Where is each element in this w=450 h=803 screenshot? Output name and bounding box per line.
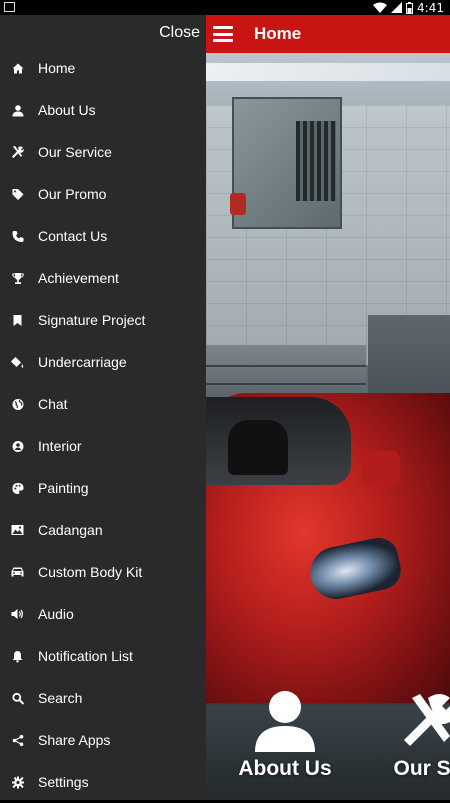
drawer-item-label: Settings — [38, 774, 89, 790]
drawer-item-search[interactable]: Search — [0, 677, 206, 719]
home-icon — [11, 62, 24, 75]
trophy-icon — [11, 272, 24, 285]
image-icon — [11, 524, 24, 537]
status-icons: 4:41 — [373, 0, 444, 15]
drawer-item-audio[interactable]: Audio — [0, 593, 206, 635]
close-button[interactable]: Close — [159, 24, 200, 42]
drawer-item-our-service[interactable]: Our Service — [0, 131, 206, 173]
drawer-item-signature-project[interactable]: Signature Project — [0, 299, 206, 341]
drawer-item-achievement[interactable]: Achievement — [0, 257, 206, 299]
bell-icon — [11, 650, 24, 663]
drawer-menu: Home About Us Our Service Our Promo Cont… — [0, 47, 206, 803]
person-icon — [11, 104, 24, 117]
drawer-item-custom-body-kit[interactable]: Custom Body Kit — [0, 551, 206, 593]
drawer-item-chat[interactable]: Chat — [0, 383, 206, 425]
drawer-item-interior[interactable]: Interior — [0, 425, 206, 467]
about-us-tile[interactable]: About Us — [225, 687, 345, 800]
page-title: Home — [254, 24, 302, 43]
palette-icon — [11, 482, 24, 495]
speaker-icon — [11, 608, 24, 621]
drawer-item-label: Share Apps — [38, 732, 111, 748]
app-bar: Home — [206, 15, 450, 53]
drawer-item-label: Search — [38, 690, 83, 706]
drawer-item-label: Audio — [38, 606, 74, 622]
drawer-item-label: Interior — [38, 438, 82, 454]
drawer-item-label: Cadangan — [38, 522, 103, 538]
status-time: 4:41 — [417, 0, 444, 15]
gear-icon — [11, 776, 24, 789]
drawer-item-about-us[interactable]: About Us — [0, 89, 206, 131]
our-service-tile-label: Our Ser — [393, 757, 450, 780]
car-icon — [11, 566, 24, 579]
wifi-icon — [373, 2, 388, 13]
status-bar: 4:41 — [0, 0, 450, 15]
drawer-item-label: Our Service — [38, 144, 112, 160]
drawer-item-undercarriage[interactable]: Undercarriage — [0, 341, 206, 383]
drawer-item-home[interactable]: Home — [0, 47, 206, 89]
tools-icon — [404, 694, 450, 746]
drawer-item-our-promo[interactable]: Our Promo — [0, 173, 206, 215]
drawer-item-label: Undercarriage — [38, 354, 127, 370]
drawer-item-label: Contact Us — [38, 228, 108, 244]
tag-icon — [11, 188, 24, 201]
about-us-tile-label: About Us — [238, 757, 332, 780]
our-service-tile[interactable]: Our Ser — [362, 687, 450, 800]
navigation-drawer: Close Home About Us Our Service Our Prom… — [0, 15, 206, 800]
drawer-item-label: Chat — [38, 396, 68, 412]
drawer-item-notification-list[interactable]: Notification List — [0, 635, 206, 677]
drawer-item-settings[interactable]: Settings — [0, 761, 206, 803]
search-icon — [11, 692, 24, 705]
signal-icon — [391, 2, 403, 13]
image-notification-icon — [4, 2, 15, 12]
menu-icon[interactable] — [213, 26, 233, 42]
user-circle-icon — [11, 440, 24, 453]
tools-icon — [11, 146, 24, 159]
drawer-item-label: Signature Project — [38, 312, 146, 328]
drawer-item-label: Achievement — [38, 270, 119, 286]
bookmark-icon — [11, 314, 24, 327]
drawer-item-label: Notification List — [38, 648, 133, 664]
phone-icon — [11, 230, 24, 243]
drawer-item-label: About Us — [38, 102, 96, 118]
drawer-item-label: Home — [38, 60, 76, 76]
drawer-item-painting[interactable]: Painting — [0, 467, 206, 509]
drawer-item-contact-us[interactable]: Contact Us — [0, 215, 206, 257]
battery-icon — [406, 1, 414, 14]
drawer-item-label: Our Promo — [38, 186, 107, 202]
person-icon — [255, 691, 315, 752]
drawer-item-label: Custom Body Kit — [38, 564, 143, 580]
drawer-item-share-apps[interactable]: Share Apps — [0, 719, 206, 761]
drawer-item-cadangan[interactable]: Cadangan — [0, 509, 206, 551]
share-icon — [11, 734, 24, 747]
globe-icon — [11, 398, 24, 411]
drawer-item-label: Painting — [38, 480, 89, 496]
paint-bucket-icon — [11, 356, 24, 369]
